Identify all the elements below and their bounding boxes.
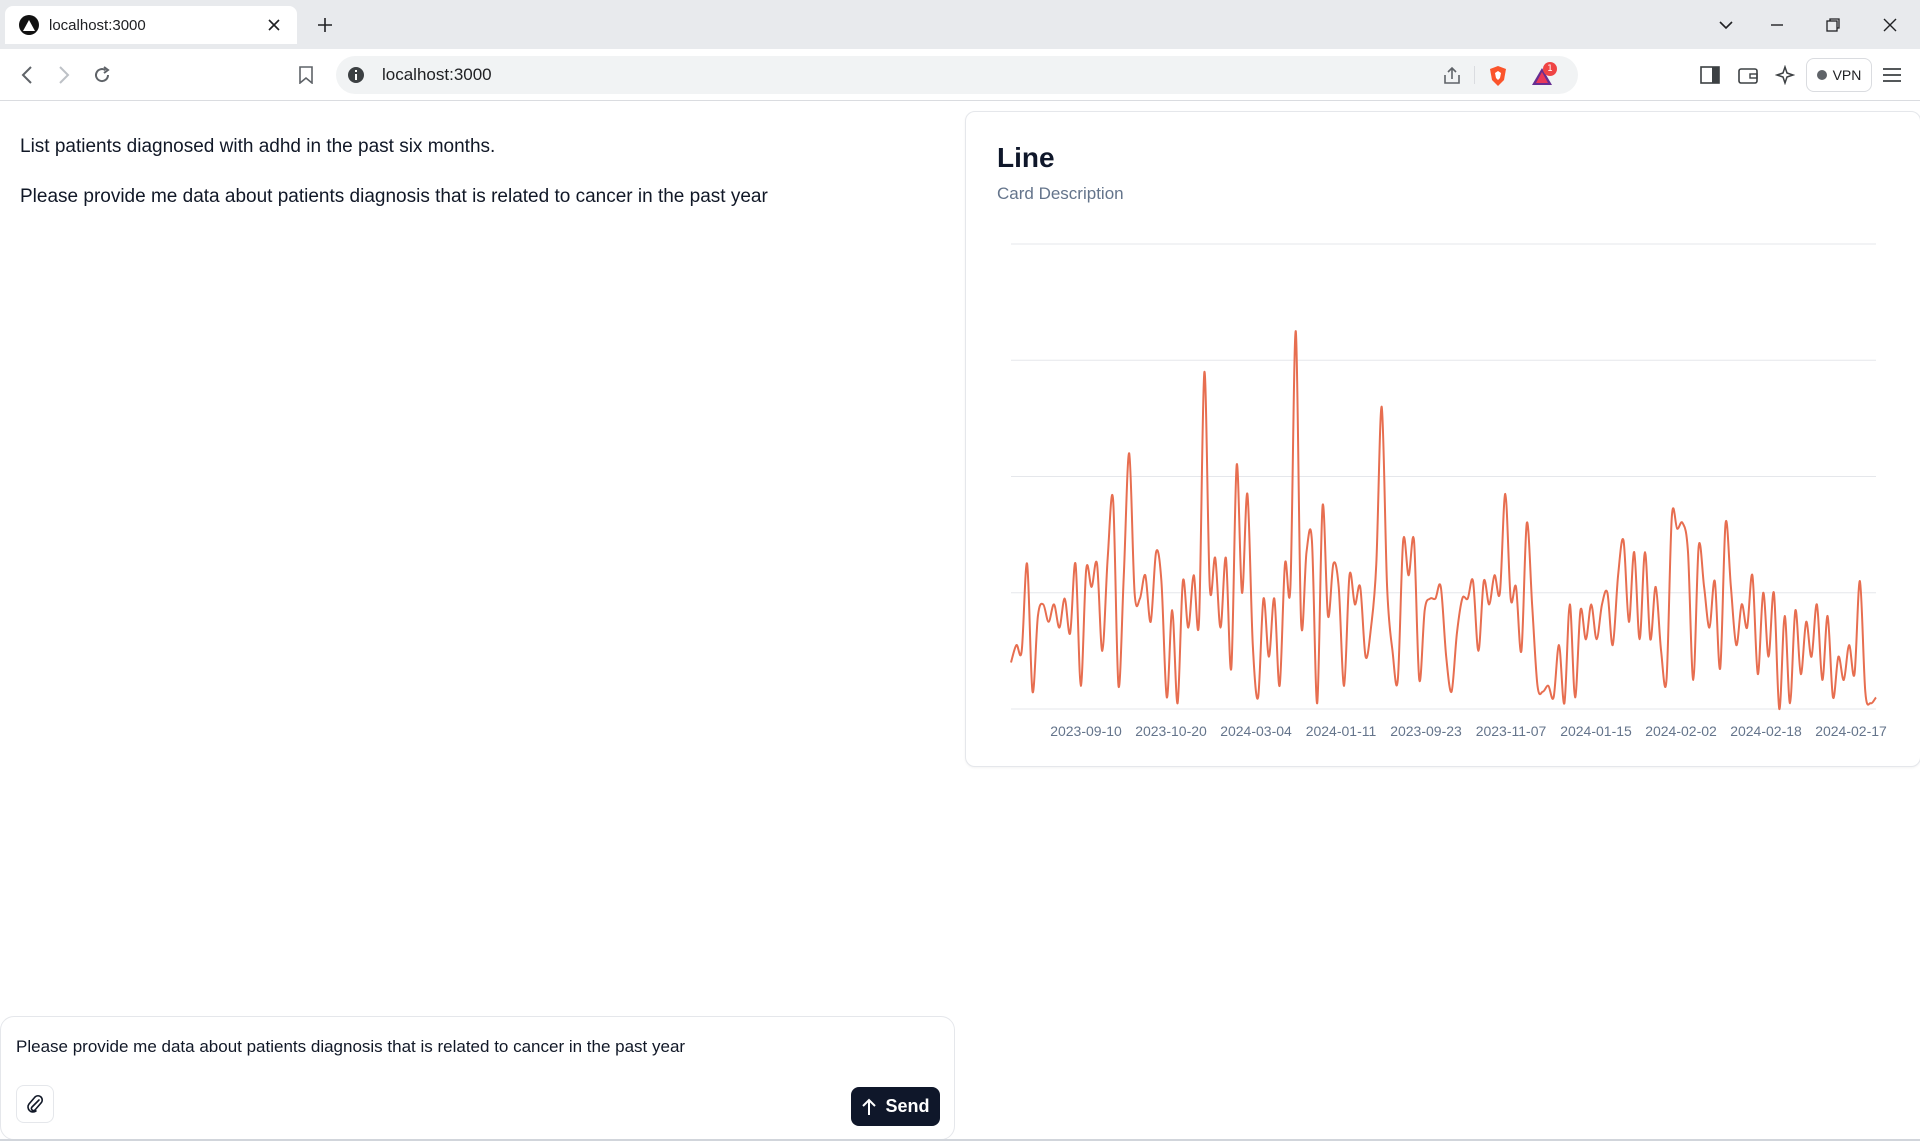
x-tick-label: 2024-02-02 [1645, 723, 1717, 739]
x-tick-label: 2023-11-07 [1476, 723, 1547, 739]
forward-icon[interactable] [50, 61, 78, 89]
app-page: List patients diagnosed with adhd in the… [0, 102, 1920, 1143]
leo-icon[interactable] [1771, 61, 1799, 89]
user-message: List patients diagnosed with adhd in the… [20, 136, 496, 157]
restore-icon[interactable] [1820, 12, 1846, 38]
brave-rewards-icon[interactable]: 1 [1529, 62, 1557, 89]
browser-tab[interactable]: localhost:3000 [5, 6, 297, 44]
chart-card: Line Card Description 2023-09-10 2023-10-… [965, 111, 1920, 767]
user-message: Please provide me data about patients di… [20, 186, 768, 207]
x-tick-label: 2024-01-15 [1560, 723, 1632, 739]
wallet-icon[interactable] [1734, 61, 1762, 89]
chat-composer: Send [0, 1016, 955, 1140]
vpn-label: VPN [1832, 67, 1862, 83]
plus-icon[interactable] [312, 12, 338, 38]
send-label: Send [885, 1096, 930, 1116]
reload-icon[interactable] [88, 61, 116, 89]
x-tick-label: 2024-02-18 [1730, 723, 1802, 739]
sidebar-icon[interactable] [1696, 61, 1724, 89]
address-bar[interactable]: localhost:3000 1 [336, 56, 1578, 94]
message-list: List patients diagnosed with adhd in the… [20, 134, 940, 234]
x-tick-label: 2023-09-23 [1390, 723, 1462, 739]
x-tick-label: 2024-01-11 [1306, 723, 1377, 739]
bookmark-icon[interactable] [292, 61, 320, 89]
x-tick-label: 2023-10-20 [1135, 723, 1207, 739]
x-tick-label: 2024-03-04 [1220, 723, 1292, 739]
tab-title: localhost:3000 [49, 16, 146, 34]
series-line [1010, 330, 1877, 711]
x-tick-label: 2023-09-10 [1050, 723, 1122, 739]
close-icon[interactable] [263, 14, 285, 36]
browser-toolbar: localhost:3000 1 VPN [0, 49, 1920, 101]
back-icon[interactable] [13, 61, 41, 89]
url-text: localhost:3000 [382, 65, 492, 84]
info-icon[interactable] [346, 65, 366, 85]
vpn-status-icon [1816, 70, 1827, 80]
message-input[interactable] [16, 1037, 936, 1057]
divider [0, 1139, 1920, 1141]
arrow-up-icon [862, 1098, 877, 1115]
omnibox-divider [1474, 66, 1475, 84]
window-close-icon[interactable] [1877, 12, 1903, 38]
attach-button[interactable] [16, 1085, 54, 1123]
vpn-button[interactable]: VPN [1806, 58, 1872, 92]
x-tick-label: 2024-02-17 [1815, 723, 1887, 739]
minimize-icon[interactable] [1764, 12, 1790, 38]
brave-shield-icon[interactable] [1485, 63, 1511, 89]
browser-tabstrip: localhost:3000 [0, 0, 1920, 49]
share-icon[interactable] [1439, 63, 1465, 89]
logo-icon [19, 15, 39, 35]
notification-badge: 1 [1543, 62, 1557, 76]
line-chart: 2023-09-10 2023-10-20 2024-03-04 2024-01-11… [1010, 243, 1887, 739]
send-button[interactable]: Send [851, 1087, 940, 1126]
paperclip-icon [27, 1094, 44, 1113]
menu-icon[interactable] [1878, 61, 1906, 89]
chevron-down-icon[interactable] [1713, 12, 1739, 38]
